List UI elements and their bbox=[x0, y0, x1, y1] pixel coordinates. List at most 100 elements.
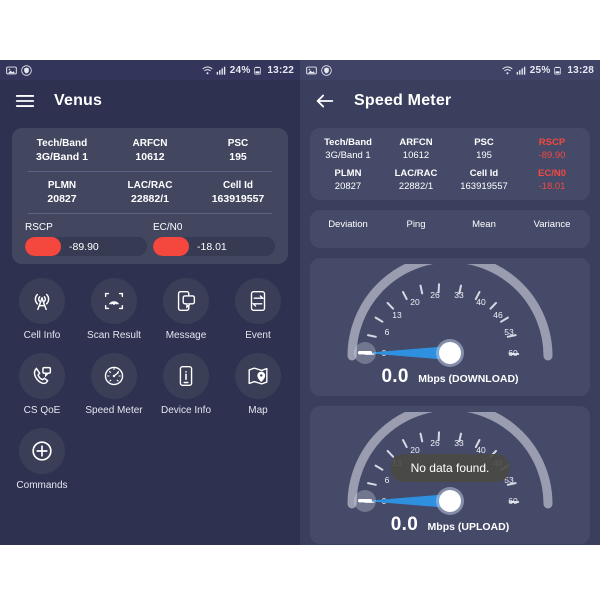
signal-meters: RSCP -89.90 EC/N0 -18.01 bbox=[18, 222, 282, 256]
info-label: PSC bbox=[474, 137, 494, 148]
info-value: 10612 bbox=[135, 151, 165, 163]
battery-icon bbox=[553, 65, 564, 76]
left-app-bar: Venus bbox=[0, 80, 300, 122]
info-label: Tech/Band bbox=[36, 138, 88, 149]
info-cell-cellid: Cell Id 163919557 bbox=[194, 180, 282, 205]
grid-item-scan-result[interactable]: Scan Result bbox=[78, 278, 150, 341]
card-divider-2 bbox=[28, 213, 272, 214]
battery-percent-label: 25% bbox=[529, 64, 551, 76]
feature-icon-grid: Cell Info Scan Result Message Event CS Q… bbox=[0, 278, 300, 503]
tab-row: Deviation Ping Mean Variance bbox=[314, 219, 586, 230]
grid-item-label: Cell Info bbox=[23, 330, 61, 341]
info-cell-plmn: PLMN 20827 bbox=[18, 180, 106, 205]
signal-bar-fill bbox=[25, 237, 61, 256]
info-label: ARFCN bbox=[132, 138, 168, 149]
info-label: PSC bbox=[227, 138, 249, 149]
shield-icon bbox=[321, 64, 332, 76]
grid-item-event[interactable]: Event bbox=[222, 278, 294, 341]
signal-label: RSCP bbox=[25, 222, 53, 233]
grid-item-map[interactable]: Map bbox=[222, 353, 294, 416]
cell-info-card: Tech/Band 3G/Band 1 ARFCN 10612 PSC 195 … bbox=[12, 128, 288, 264]
grid-item-label: Message bbox=[165, 330, 207, 341]
download-unit: Mbps (DOWNLOAD) bbox=[418, 373, 519, 385]
gauge-tick-4: 26 bbox=[430, 438, 440, 448]
signal-value: -89.90 bbox=[69, 240, 99, 253]
back-arrow-icon[interactable] bbox=[314, 90, 336, 112]
device-info-icon bbox=[163, 353, 209, 399]
screenshot-root: 24% 13:22 Venus Tech/Band 3G/Band 1 ARFC… bbox=[0, 0, 600, 600]
image-icon bbox=[6, 65, 17, 76]
event-exchange-icon bbox=[235, 278, 281, 324]
plus-circle-icon bbox=[19, 428, 65, 474]
info-cell-cellid: Cell Id 163919557 bbox=[450, 168, 518, 192]
toast-message: No data found. bbox=[390, 454, 510, 482]
info-cell-lacrac: LAC/RAC 22882/1 bbox=[382, 168, 450, 192]
grid-item-label: Map bbox=[248, 405, 268, 416]
battery-icon bbox=[253, 65, 264, 76]
hamburger-menu-icon[interactable] bbox=[14, 90, 36, 112]
signal-meter-ecn0: EC/N0 -18.01 bbox=[150, 222, 278, 256]
info-label: LAC/RAC bbox=[394, 168, 438, 179]
grid-item-label: Device Info bbox=[160, 405, 212, 416]
shield-icon bbox=[21, 64, 32, 76]
grid-item-label: Speed Meter bbox=[85, 405, 143, 416]
info-row-1: Tech/Band 3G/Band 1 ARFCN 10612 PSC 195 bbox=[18, 138, 282, 163]
grid-item-label: Commands bbox=[16, 480, 68, 491]
info-row-1: Tech/Band 3G/Band 1 ARFCN 10612 PSC 195 … bbox=[314, 137, 586, 161]
gauge-tick-2: 13 bbox=[392, 310, 402, 320]
info-label: LAC/RAC bbox=[127, 180, 173, 191]
info-value: 163919557 bbox=[211, 193, 265, 205]
wifi-icon bbox=[502, 65, 513, 76]
signal-bar-fill bbox=[153, 237, 189, 256]
scan-radar-icon bbox=[91, 278, 137, 324]
tab-deviation[interactable]: Deviation bbox=[314, 219, 382, 230]
tab-ping[interactable]: Ping bbox=[382, 219, 450, 230]
info-value: 3G/Band 1 bbox=[325, 150, 371, 161]
signal-bar: -18.01 bbox=[153, 237, 275, 256]
info-value: 3G/Band 1 bbox=[36, 151, 88, 163]
gauge-tick-9: 60 bbox=[508, 348, 518, 358]
info-label: Cell Id bbox=[222, 180, 253, 191]
info-value: 195 bbox=[229, 151, 247, 163]
info-cell-techband: Tech/Band 3G/Band 1 bbox=[18, 138, 106, 163]
upload-value: 0.0 bbox=[390, 514, 419, 535]
gauge-tick-6: 40 bbox=[476, 297, 486, 307]
gauge-tick-3: 20 bbox=[410, 297, 420, 307]
right-phone-screenshot: 25% 13:28 Speed Meter Tech/Band 3G/Band … bbox=[300, 60, 600, 545]
grid-item-message[interactable]: Message bbox=[150, 278, 222, 341]
info-value: 22882/1 bbox=[131, 193, 169, 205]
grid-item-cs-qoe[interactable]: CS QoE bbox=[6, 353, 78, 416]
download-readout: 0.0 Mbps (DOWNLOAD) bbox=[310, 366, 590, 388]
battery-percent-label: 24% bbox=[229, 64, 251, 76]
grid-item-cell-info[interactable]: Cell Info bbox=[6, 278, 78, 341]
gauge-tick-9: 60 bbox=[508, 496, 518, 506]
right-app-bar: Speed Meter bbox=[300, 80, 600, 122]
cell-tower-icon bbox=[19, 278, 65, 324]
grid-item-commands[interactable]: Commands bbox=[6, 428, 78, 491]
page-title: Speed Meter bbox=[354, 92, 452, 109]
clock-label: 13:28 bbox=[567, 64, 594, 76]
info-value: -89.90 bbox=[538, 150, 566, 161]
tab-mean[interactable]: Mean bbox=[450, 219, 518, 230]
info-value: 195 bbox=[476, 150, 492, 161]
info-row-2: PLMN 20827 LAC/RAC 22882/1 Cell Id 16391… bbox=[18, 180, 282, 205]
grid-item-speed-meter[interactable]: Speed Meter bbox=[78, 353, 150, 416]
signal-bars-icon bbox=[516, 65, 527, 76]
info-row-2: PLMN 20827 LAC/RAC 22882/1 Cell Id 16391… bbox=[314, 168, 586, 192]
grid-item-device-info[interactable]: Device Info bbox=[150, 353, 222, 416]
gauge-tick-1: 6 bbox=[385, 475, 390, 485]
tab-variance[interactable]: Variance bbox=[518, 219, 586, 230]
info-label: PLMN bbox=[47, 180, 77, 191]
info-cell-techband: Tech/Band 3G/Band 1 bbox=[314, 137, 382, 161]
right-status-bar: 25% 13:28 bbox=[300, 60, 600, 80]
info-value: 163919557 bbox=[460, 181, 508, 192]
gauge-tick-5: 33 bbox=[454, 290, 464, 300]
info-value: 20827 bbox=[334, 181, 362, 192]
page-title: Venus bbox=[54, 92, 103, 109]
upload-unit: Mbps (UPLOAD) bbox=[427, 521, 510, 533]
info-value: 22882/1 bbox=[398, 181, 434, 192]
metrics-tab-bar: Deviation Ping Mean Variance bbox=[310, 210, 590, 248]
grid-item-label: Scan Result bbox=[87, 330, 141, 341]
info-label: ARFCN bbox=[399, 137, 433, 148]
signal-meter-rscp: RSCP -89.90 bbox=[22, 222, 150, 256]
